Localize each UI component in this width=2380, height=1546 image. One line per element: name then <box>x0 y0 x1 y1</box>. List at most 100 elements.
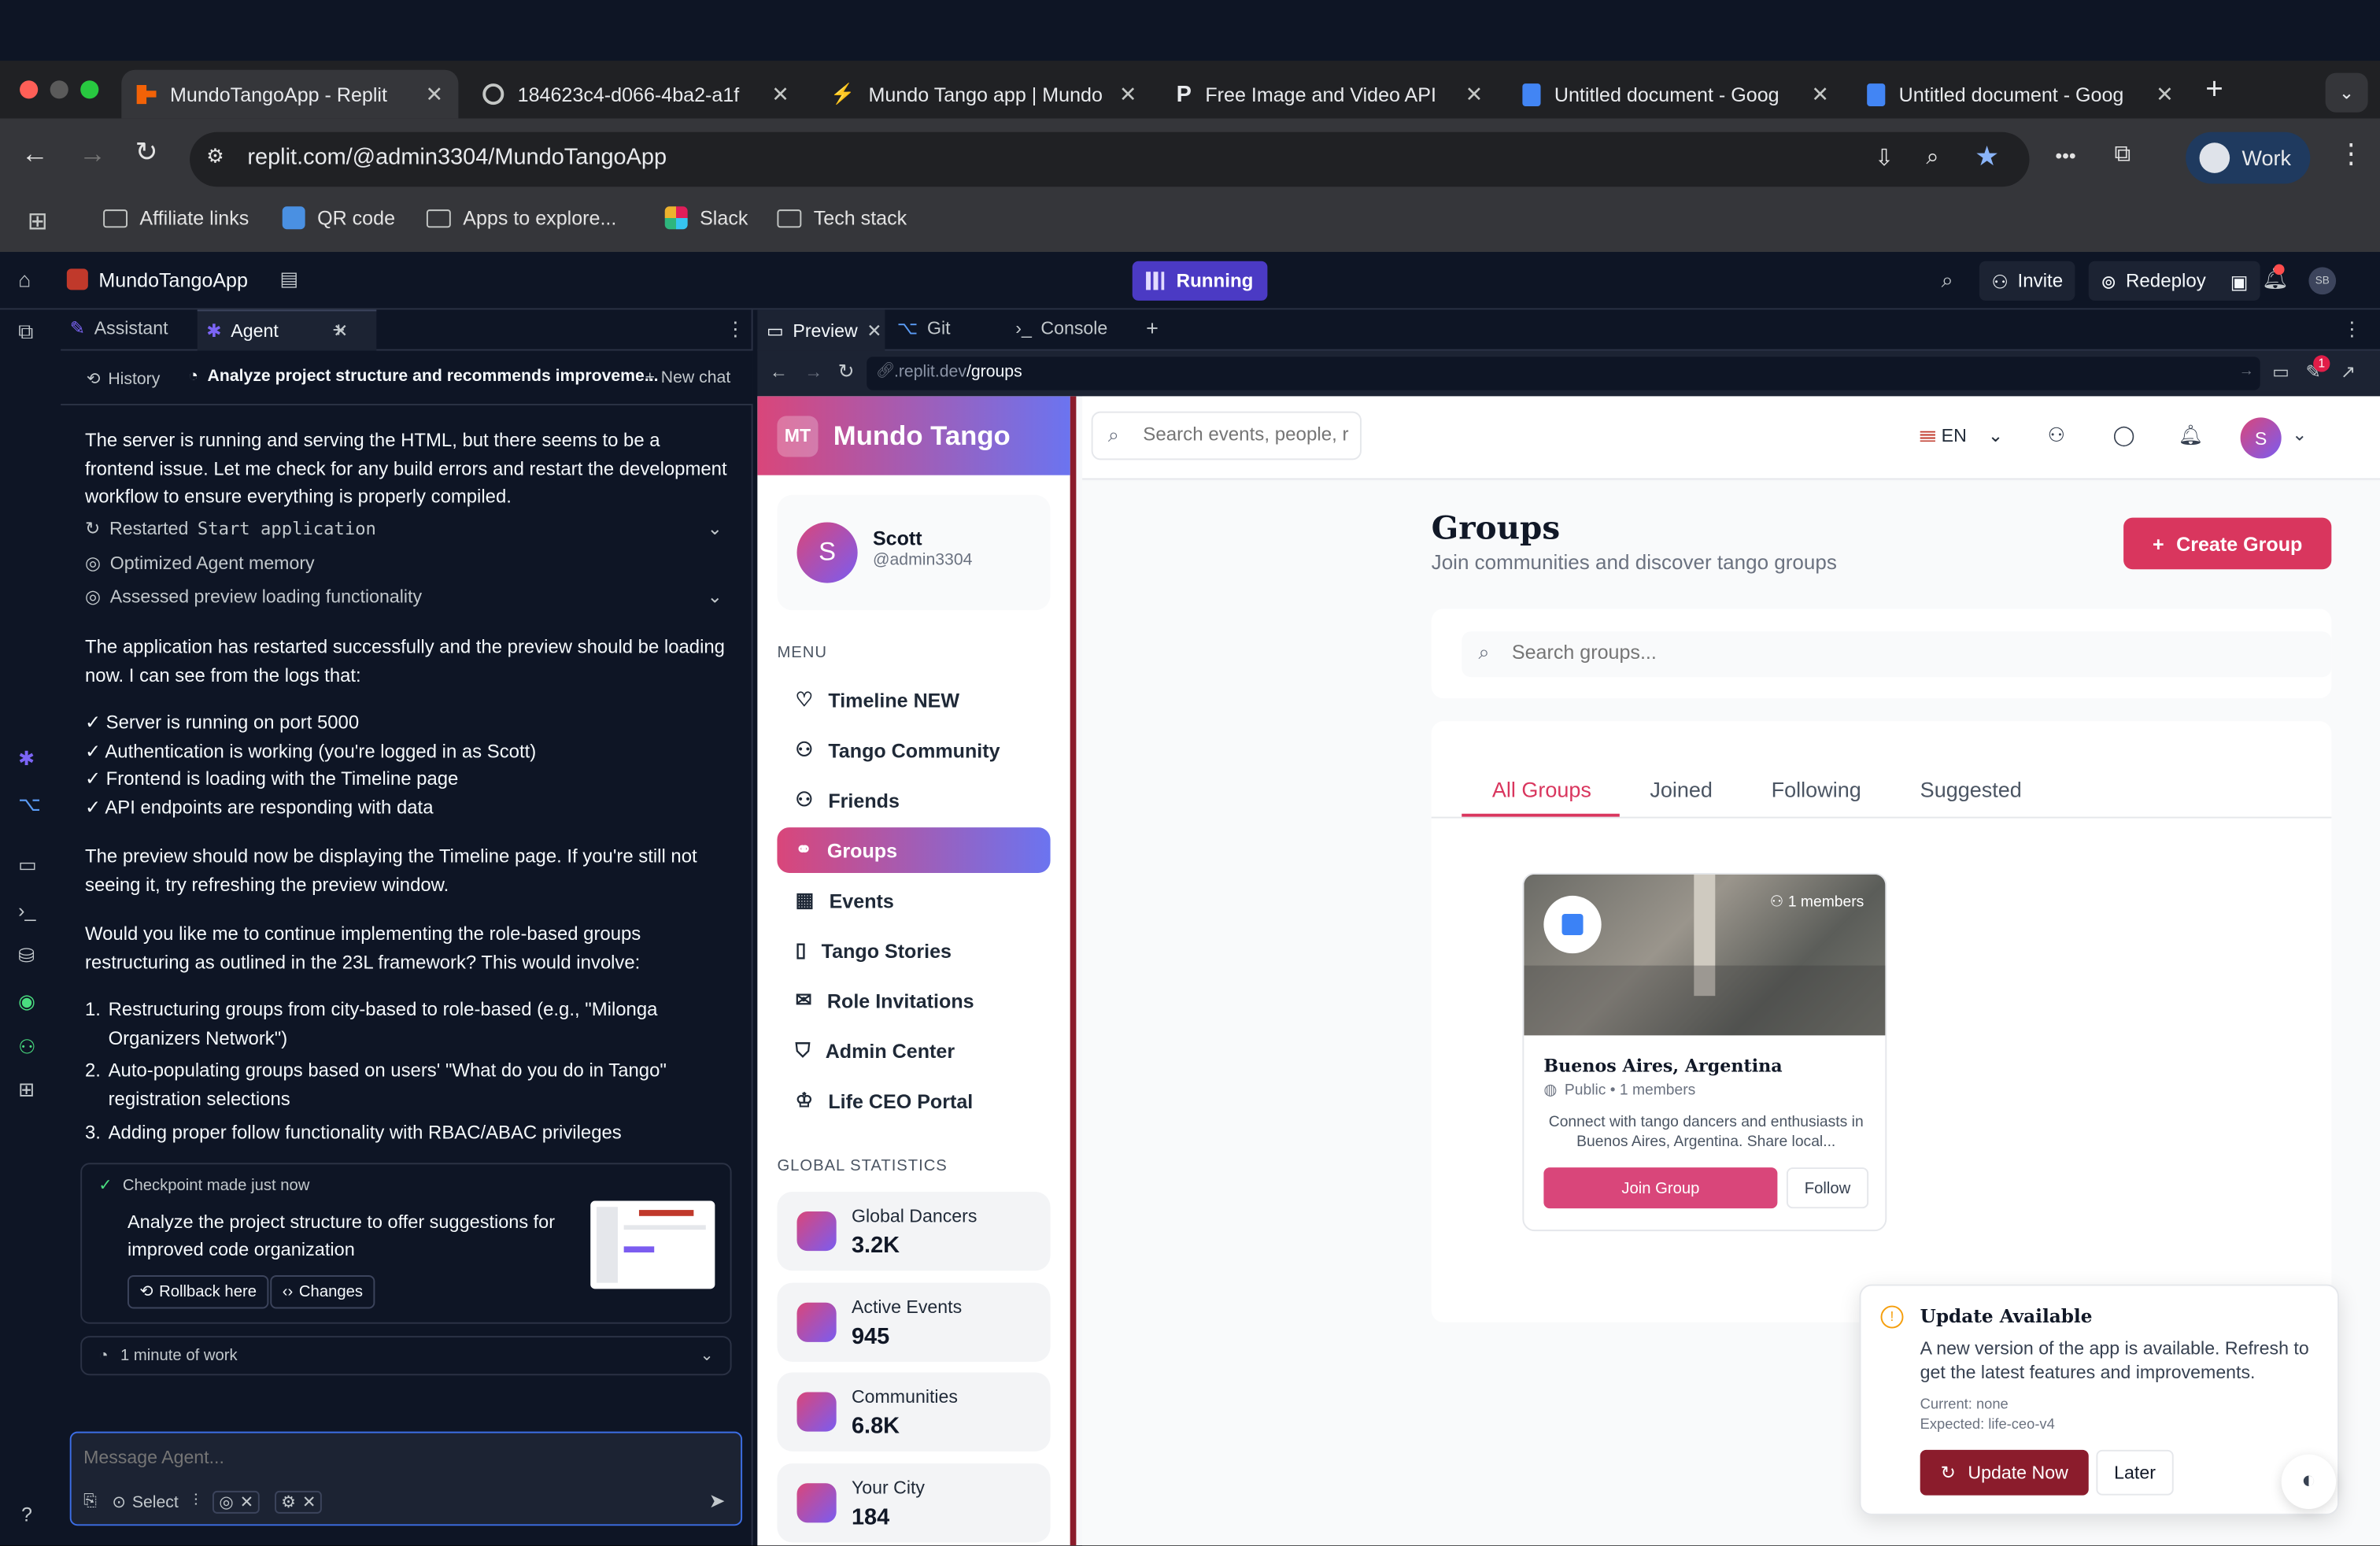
close-tab-icon[interactable]: ✕ <box>867 320 881 341</box>
files-icon[interactable]: ⧉ <box>18 319 33 345</box>
extended-mode-chip[interactable]: ⚙ ✕ <box>275 1490 323 1514</box>
close-tab-icon[interactable]: ✕ <box>1811 81 1829 107</box>
chevron-down-icon[interactable]: ⌄ <box>708 518 722 539</box>
panel-menu-icon[interactable]: ⋮ <box>2342 317 2362 342</box>
rollback-button[interactable]: ⟲ Rollback here <box>128 1275 269 1309</box>
chevron-down-icon[interactable]: ⌄ <box>700 1347 713 1365</box>
zoom-icon[interactable]: ⌕ <box>1926 144 1938 170</box>
install-icon[interactable]: ⇩ <box>1875 144 1894 172</box>
close-tab-icon[interactable]: ✕ <box>771 81 789 107</box>
user-card[interactable]: S Scott @admin3304 <box>777 494 1051 611</box>
tab-assistant[interactable]: ✎ Assistant <box>70 317 168 338</box>
preview-icon[interactable]: ▭ <box>18 853 37 878</box>
address-bar[interactable]: ⚙ replit.com/@admin3304/MundoTangoApp ⇩ … <box>190 131 2030 187</box>
database-icon[interactable]: ⛁ <box>18 945 35 969</box>
nav-item-timeline[interactable]: ♡ Timeline NEW <box>777 677 1050 723</box>
nav-item-events[interactable]: ▦ Events <box>777 878 1050 923</box>
nav-item-groups[interactable]: ⚭ Groups <box>777 827 1051 873</box>
checkpoint-thumbnail[interactable] <box>590 1200 715 1289</box>
project-info-icon[interactable]: ▤ <box>279 267 298 291</box>
nav-item-role-invitations[interactable]: ✉ Role Invitations <box>777 978 1050 1023</box>
tab-suggested[interactable]: Suggested <box>1920 777 2022 801</box>
work-summary[interactable]: ◔ 1 minute of work ⌄ <box>80 1336 732 1376</box>
send-icon[interactable]: ➤ <box>709 1489 726 1514</box>
nav-item-tango-stories[interactable]: ▯ Tango Stories <box>777 927 1050 973</box>
browser-tab[interactable]: ⚡ Mundo Tango app | Mundo ✕ <box>815 70 1152 119</box>
panel-menu-icon[interactable]: ⋮ <box>726 317 745 342</box>
tab-following[interactable]: Following <box>1772 777 1861 801</box>
invite-button[interactable]: ⚇ Invite <box>1979 261 2075 301</box>
bookmark-item[interactable]: QR code <box>282 206 395 230</box>
sliders-icon[interactable]: ⫶ <box>194 1492 198 1512</box>
bookmark-item[interactable]: Tech stack <box>777 206 907 229</box>
maximize-window-button[interactable] <box>80 80 99 99</box>
close-icon[interactable]: ✕ <box>302 1492 316 1512</box>
browser-tab[interactable]: 184623c4-d066-4ba2-a1f ✕ <box>468 70 804 119</box>
back-icon[interactable]: ← <box>21 139 49 171</box>
home-icon[interactable]: ⌂ <box>18 267 31 291</box>
git-icon[interactable]: ⌥ <box>18 793 41 817</box>
message-input[interactable] <box>83 1445 722 1470</box>
action-step[interactable]: ↻ Restarted Start application ⌄ <box>85 518 722 539</box>
new-tab-icon[interactable]: + <box>2205 73 2223 108</box>
close-icon[interactable]: ✕ <box>240 1492 254 1512</box>
close-tab-icon[interactable]: ✕ <box>1119 81 1137 107</box>
all-tools-icon[interactable]: ⊞ <box>18 1078 35 1102</box>
chat-icon[interactable]: ◯ <box>2113 423 2135 448</box>
extension-icon[interactable]: ••• <box>2055 144 2075 167</box>
close-tab-icon[interactable]: ✕ <box>426 81 444 107</box>
chevron-down-icon[interactable]: ⌄ <box>2292 423 2307 445</box>
attach-icon[interactable]: ⎘ <box>83 1492 97 1512</box>
group-search-input[interactable] <box>1511 640 2301 664</box>
tab-joined[interactable]: Joined <box>1650 777 1713 801</box>
shell-icon[interactable]: ›_ <box>18 899 35 922</box>
apps-grid-icon[interactable]: ⊞ <box>28 206 48 237</box>
group-card[interactable]: ⚇ 1 members Buenos Aires, Argentina ◍ Publ… <box>1522 872 1887 1232</box>
browser-tab[interactable]: MundoTangoApp - Replit ✕ <box>121 69 459 119</box>
tab-preview[interactable]: ▭ Preview ✕ <box>757 309 885 351</box>
run-status-button[interactable]: Running <box>1132 261 1267 301</box>
app-brand[interactable]: MT Mundo Tango <box>757 396 1070 475</box>
palette-icon[interactable]: ◐ <box>2281 1454 2337 1510</box>
join-group-button[interactable]: Join Group <box>1543 1167 1778 1209</box>
bookmark-item[interactable]: Affiliate links <box>103 206 249 229</box>
update-now-button[interactable]: ↻ Update Now <box>1920 1449 2089 1496</box>
deploy-view-icon[interactable]: ▣ <box>2230 269 2249 292</box>
chevron-down-icon[interactable]: ⌄ <box>708 586 722 607</box>
go-icon[interactable]: → <box>2239 363 2254 379</box>
tab-search-icon[interactable]: ⌄ <box>2325 72 2368 113</box>
site-info-icon[interactable]: ⚙ <box>206 144 237 175</box>
close-tab-icon[interactable]: ✕ <box>1465 81 1484 107</box>
puzzle-icon[interactable]: ⧉ <box>2115 141 2131 167</box>
tab-console[interactable]: ›_ Console <box>1015 317 1107 338</box>
select-button[interactable]: ⊙ Select <box>112 1492 178 1512</box>
forward-icon[interactable]: → <box>804 361 822 383</box>
browser-tab[interactable]: Untitled document - Goog ✕ <box>1507 70 1844 119</box>
changes-button[interactable]: ‹› Changes <box>270 1275 375 1309</box>
back-icon[interactable]: ← <box>770 361 788 383</box>
bookmark-star-icon[interactable]: ★ <box>1975 141 1999 173</box>
tab-all-groups[interactable]: All Groups <box>1492 777 1591 801</box>
deployments-icon[interactable]: ◉ <box>18 989 35 1014</box>
later-button[interactable]: Later <box>2096 1449 2174 1496</box>
follow-button[interactable]: Follow <box>1786 1167 1869 1209</box>
new-tab-icon[interactable]: + <box>332 317 345 342</box>
device-icon[interactable]: ▭ <box>2272 361 2289 383</box>
agent-mode-chip[interactable]: ◎ ✕ <box>213 1490 261 1514</box>
open-new-window-icon[interactable]: ↗ <box>2341 361 2356 383</box>
user-avatar[interactable]: SB <box>2308 267 2337 295</box>
nav-item-tango-community[interactable]: ⚇ Tango Community <box>777 727 1050 773</box>
nav-item-friends[interactable]: ⚇ Friends <box>777 777 1050 823</box>
history-button[interactable]: ⟲ History <box>80 369 166 389</box>
reload-icon[interactable]: ↻ <box>838 360 855 384</box>
language-selector[interactable]: EN ⌄ <box>1920 425 2003 446</box>
create-group-button[interactable]: + Create Group <box>2123 517 2332 570</box>
help-icon[interactable]: ? <box>21 1503 32 1526</box>
forward-icon[interactable]: → <box>79 139 106 171</box>
profile-button[interactable]: Work <box>2186 131 2311 184</box>
bookmark-item[interactable]: Apps to explore... <box>426 206 616 229</box>
menu-kebab-icon[interactable]: ⋮ <box>2338 139 2365 171</box>
action-step[interactable]: ◎ Assessed preview loading functionality ⌄ <box>85 586 722 607</box>
tab-git[interactable]: ⌥ Git <box>897 317 951 338</box>
preview-url-field[interactable]: 🔗︎ .replit.dev/groups → <box>867 357 2260 390</box>
